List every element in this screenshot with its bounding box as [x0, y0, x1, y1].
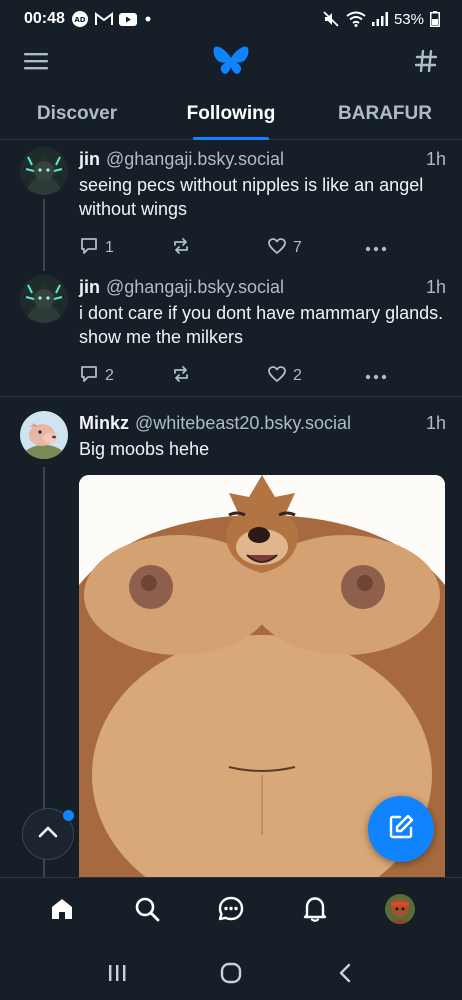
post-item[interactable]: jin @ghangaji.bsky.social 1h i dont care…: [0, 269, 462, 397]
post-author[interactable]: jin: [79, 275, 100, 299]
signal-icon: [371, 12, 388, 26]
hashtag-icon[interactable]: [412, 47, 440, 75]
reply-button[interactable]: 2: [79, 364, 171, 389]
more-options-button[interactable]: [365, 367, 387, 385]
feed: jin @ghangaji.bsky.social 1h seeing pecs…: [0, 141, 462, 877]
home-icon[interactable]: [40, 887, 84, 931]
new-posts-dot: [63, 810, 74, 821]
compose-icon: [387, 813, 415, 846]
repost-icon: [171, 364, 191, 389]
hamburger-menu-icon[interactable]: [22, 47, 50, 75]
post-text: i dont care if you dont have mammary gla…: [79, 303, 444, 347]
app-header: [0, 38, 462, 84]
avatar: [384, 893, 415, 924]
like-count: 7: [293, 239, 302, 256]
avatar[interactable]: [20, 147, 68, 195]
reply-button[interactable]: 1: [79, 236, 171, 261]
post-actions: 1 7: [79, 233, 446, 263]
more-options-button[interactable]: [365, 239, 387, 257]
more-icon: [365, 367, 387, 385]
post-text: Big moobs hehe: [79, 439, 210, 459]
status-bar: 00:48 AD 53%: [0, 0, 462, 38]
thread-line: [43, 199, 45, 271]
post-actions: 2 2: [79, 361, 446, 391]
avatar[interactable]: [20, 411, 68, 459]
notifications-icon[interactable]: [293, 887, 337, 931]
reply-count: 2: [105, 367, 114, 384]
heart-icon: [267, 364, 287, 389]
post-handle[interactable]: @ghangaji.bsky.social: [106, 275, 284, 299]
more-icon: [365, 239, 387, 257]
tab-following[interactable]: Following: [154, 88, 308, 139]
system-nav-bar: [0, 945, 462, 1000]
mail-icon: [94, 12, 113, 26]
tab-barafur[interactable]: BARAFUR: [308, 88, 462, 139]
post-text: seeing pecs without nipples is like an a…: [79, 175, 424, 219]
post-time[interactable]: 1h: [418, 411, 446, 435]
status-time: 00:48: [24, 10, 65, 27]
bluesky-butterfly-icon[interactable]: [211, 43, 251, 79]
post-time[interactable]: 1h: [418, 147, 446, 171]
post-time[interactable]: 1h: [418, 275, 446, 299]
chat-icon[interactable]: [209, 887, 253, 931]
reply-count: 1: [105, 239, 114, 256]
post-handle[interactable]: @ghangaji.bsky.social: [106, 147, 284, 171]
svg-text:AD: AD: [74, 16, 85, 24]
search-icon[interactable]: [125, 887, 169, 931]
wifi-icon: [346, 11, 366, 27]
tab-discover[interactable]: Discover: [0, 88, 154, 139]
recents-icon[interactable]: [97, 953, 137, 993]
feed-tabs: Discover Following BARAFUR: [0, 88, 462, 140]
repost-icon: [171, 236, 191, 261]
post-item[interactable]: jin @ghangaji.bsky.social 1h seeing pecs…: [0, 141, 462, 271]
youtube-icon: [118, 12, 137, 26]
repost-button[interactable]: [171, 236, 267, 261]
post-handle[interactable]: @whitebeast20.bsky.social: [135, 411, 351, 435]
home-circle-icon[interactable]: [211, 953, 251, 993]
ad-notification-icon: AD: [71, 10, 89, 28]
battery-percent: 53%: [393, 10, 424, 28]
like-button[interactable]: 7: [267, 236, 365, 261]
compose-post-button[interactable]: [368, 796, 434, 862]
bottom-nav: [0, 877, 462, 939]
post-author[interactable]: Minkz: [79, 411, 129, 435]
avatar[interactable]: [20, 275, 68, 323]
back-icon[interactable]: [325, 953, 365, 993]
like-button[interactable]: 2: [267, 364, 365, 389]
profile-avatar[interactable]: [378, 887, 422, 931]
dot-icon: [143, 14, 153, 24]
post-author[interactable]: jin: [79, 147, 100, 171]
battery-icon: [430, 11, 440, 27]
mute-icon: [322, 10, 340, 28]
heart-icon: [267, 236, 287, 261]
reply-icon: [79, 236, 99, 261]
repost-button[interactable]: [171, 364, 267, 389]
reply-icon: [79, 364, 99, 389]
like-count: 2: [293, 367, 302, 384]
chevron-up-icon: [38, 825, 58, 843]
